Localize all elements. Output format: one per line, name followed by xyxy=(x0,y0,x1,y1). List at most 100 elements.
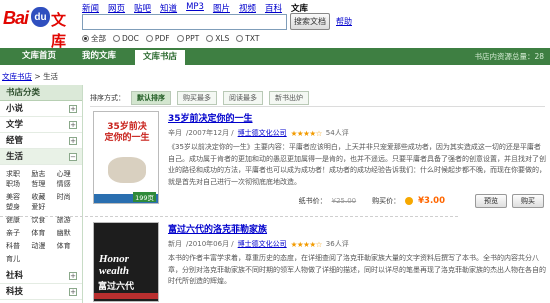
cover-strip xyxy=(94,293,158,299)
book-author: 辛月 xyxy=(168,129,182,137)
sidebar-item-social[interactable]: 社科 + xyxy=(0,268,82,284)
book-item: Honor wealth 富过六代 富过六代的洛克菲勒家族 新月 /2010年0… xyxy=(90,222,548,303)
rating-stars-icon: ★★★★☆ xyxy=(290,128,323,138)
filter-label: DOC xyxy=(122,34,139,43)
book-cover-image[interactable]: Honor wealth 富过六代 xyxy=(93,222,159,302)
review-count[interactable]: 36人评 xyxy=(326,239,349,249)
filter-xls[interactable]: XLS xyxy=(206,34,229,43)
book-title-link[interactable]: 35岁前决定你的一生 xyxy=(168,111,546,124)
sidebar-item-label: 科技 xyxy=(6,287,24,297)
filter-all[interactable]: 全部 xyxy=(82,33,106,44)
breadcrumb: 文库书店 > 生活 xyxy=(2,71,58,82)
topnav-baike[interactable]: 百科 xyxy=(265,2,282,14)
cover-illustration xyxy=(108,157,146,183)
sidebar-item-fiction[interactable]: 小说 + xyxy=(0,101,82,117)
expand-plus-icon[interactable]: + xyxy=(69,288,77,296)
resource-count: 书店内资源总量：28 xyxy=(474,52,544,61)
publisher-link[interactable]: 博士德文化公司 xyxy=(238,128,287,138)
sidebar-item-label: 生活 xyxy=(6,152,24,162)
paper-price-label: 纸书价： xyxy=(298,197,327,205)
subcategory-link[interactable]: 收藏爱好 xyxy=(31,192,51,212)
purchase-line: 纸书价： ¥25.00 购买价： ¥3.00 预览 购买 xyxy=(168,194,546,208)
subcategory-link[interactable]: 幽默 xyxy=(57,228,77,238)
publisher-link[interactable]: 博士德文化公司 xyxy=(238,239,287,249)
subcategory-link[interactable]: 动漫 xyxy=(31,241,51,251)
tab-wenku-home[interactable]: 文库首页 xyxy=(22,48,56,65)
topnav-tieba[interactable]: 贴吧 xyxy=(134,2,151,14)
expand-plus-icon[interactable]: + xyxy=(69,121,77,129)
sidebar-item-life[interactable]: 生活 − xyxy=(0,149,82,165)
book-cover-image[interactable]: 35岁前决定你的一生 199页 xyxy=(93,111,159,204)
filter-label: TXT xyxy=(245,34,260,43)
logo-wenku-text: 文库 xyxy=(51,11,67,50)
expand-plus-icon[interactable]: + xyxy=(69,137,77,145)
search-button[interactable]: 搜索文档 xyxy=(290,13,330,30)
page-count-badge: 199页 xyxy=(133,192,156,202)
subcategory-link[interactable]: 美容塑身 xyxy=(6,192,26,212)
sidebar-item-label: 小说 xyxy=(6,104,24,114)
book-item: 35岁前决定你的一生 199页 35岁前决定你的一生 辛月 /2007年12月 … xyxy=(90,111,548,208)
subcategory-link[interactable]: 体育 xyxy=(57,241,77,251)
subcategory-link[interactable]: 励志哲理 xyxy=(31,169,51,189)
preview-button[interactable]: 预览 xyxy=(475,194,507,208)
subcategory-link[interactable]: 求职职场 xyxy=(6,169,26,189)
book-date: /2010年06月 / xyxy=(186,240,234,248)
baidu-wenku-logo[interactable]: Bai du 文库 xyxy=(3,5,75,50)
search-input[interactable] xyxy=(82,14,287,30)
breadcrumb-sep: > xyxy=(32,72,44,81)
topnav-web[interactable]: 网页 xyxy=(108,2,125,14)
filter-txt[interactable]: TXT xyxy=(236,34,259,43)
cover-title-text: 富过六代 xyxy=(98,282,135,292)
baidu-paw-icon: du xyxy=(31,7,50,27)
topnav-mp3[interactable]: MP3 xyxy=(186,2,204,14)
book-info: 富过六代的洛克菲勒家族 新月 /2010年06月 / 博士德文化公司 ★★★★☆… xyxy=(168,222,546,288)
radio-icon xyxy=(236,35,244,42)
sidebar-item-tech[interactable]: 科技 + xyxy=(0,284,82,300)
topnav-video[interactable]: 视频 xyxy=(239,2,256,14)
filter-label: PPT xyxy=(185,34,200,43)
tab-my-wenku[interactable]: 我的文库 xyxy=(82,48,116,65)
subcategory-link[interactable]: 育儿 xyxy=(6,254,26,264)
buy-button[interactable]: 购买 xyxy=(512,194,544,208)
divider xyxy=(0,216,458,217)
divider xyxy=(90,106,545,107)
topnav-news[interactable]: 新闻 xyxy=(82,2,99,14)
sidebar-item-literature[interactable]: 文学 + xyxy=(0,117,82,133)
filter-label: 全部 xyxy=(91,34,106,43)
radio-icon xyxy=(113,35,120,42)
book-info: 35岁前决定你的一生 辛月 /2007年12月 / 博士德文化公司 ★★★★☆ … xyxy=(168,111,546,208)
expand-plus-icon[interactable]: + xyxy=(69,272,77,280)
topnav-zhidao[interactable]: 知道 xyxy=(160,2,177,14)
filter-pdf[interactable]: PDF xyxy=(145,34,170,43)
book-meta: 新月 /2010年06月 / 博士德文化公司 ★★★★☆ 36人评 xyxy=(168,239,546,249)
radio-icon xyxy=(176,35,184,42)
category-sidebar: 书店分类 小说 + 文学 + 经管 + 生活 − 求职职场 励志哲理 心理情感 美容塑身… xyxy=(0,85,83,303)
expand-plus-icon[interactable]: + xyxy=(69,105,77,113)
review-count[interactable]: 54人评 xyxy=(326,128,349,138)
sort-newest-button[interactable]: 新书出炉 xyxy=(269,91,309,105)
breadcrumb-root[interactable]: 文库书店 xyxy=(2,72,32,81)
subcategory-link[interactable]: 科普 xyxy=(6,241,26,251)
topnav-images[interactable]: 图片 xyxy=(213,2,230,14)
sidebar-item-label: 文学 xyxy=(6,120,24,130)
sidebar-item-business[interactable]: 经管 + xyxy=(0,133,82,149)
cover-title-text: Honor wealth xyxy=(99,253,129,277)
book-title-link[interactable]: 富过六代的洛克菲勒家族 xyxy=(168,222,546,235)
subcategory-link[interactable]: 亲子 xyxy=(6,228,26,238)
filter-doc[interactable]: DOC xyxy=(113,34,139,43)
filter-label: PDF xyxy=(154,34,170,43)
sort-default-button[interactable]: 默认排序 xyxy=(131,91,171,105)
tab-bookstore[interactable]: 文库书店 xyxy=(134,49,187,65)
subcategory-link[interactable]: 心理情感 xyxy=(57,169,77,189)
paper-price: ¥25.00 xyxy=(331,197,357,205)
subcategory-link[interactable]: 时尚 xyxy=(57,192,77,212)
sidebar-heading: 书店分类 xyxy=(0,85,82,101)
subcategory-link[interactable]: 体育 xyxy=(31,228,51,238)
sort-most-bought-button[interactable]: 购买最多 xyxy=(177,91,217,105)
sort-most-read-button[interactable]: 阅读最多 xyxy=(223,91,263,105)
collapse-minus-icon[interactable]: − xyxy=(69,153,77,161)
help-link[interactable]: 帮助 xyxy=(336,16,352,27)
book-description: 《35岁以前决定你的一生》主要内容：平庸者应该明白，上天并非只宠爱那些成功者，因… xyxy=(168,143,546,186)
filter-ppt[interactable]: PPT xyxy=(176,34,200,43)
book-author: 新月 xyxy=(168,240,182,248)
